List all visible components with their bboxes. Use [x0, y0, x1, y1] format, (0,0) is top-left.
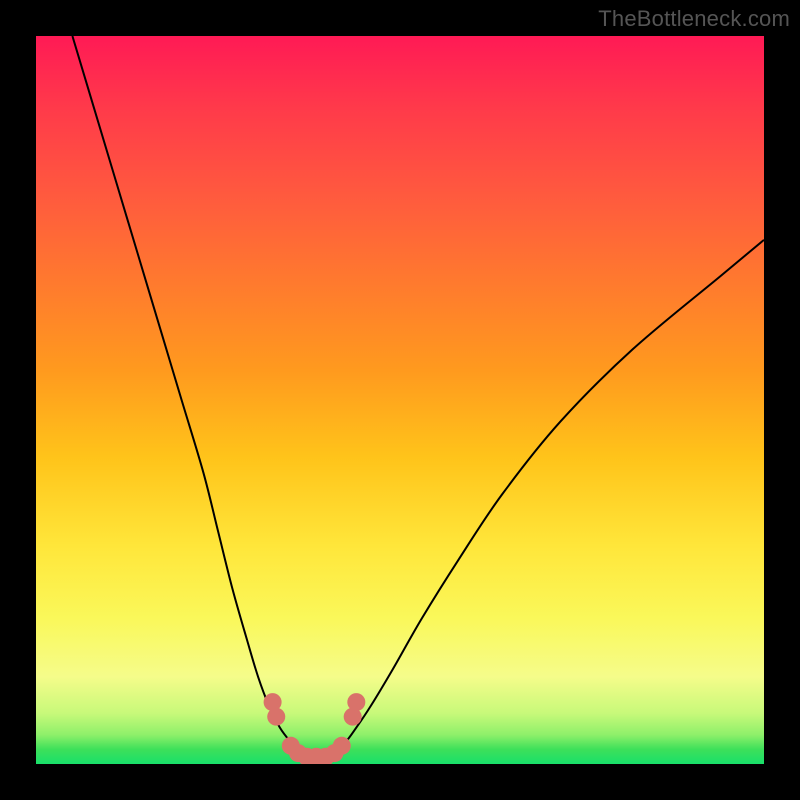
- chart-svg: [36, 36, 764, 764]
- curve-group: [72, 36, 764, 757]
- plot-area: [36, 36, 764, 764]
- marker-point: [333, 737, 351, 755]
- marker-group: [264, 693, 366, 764]
- series-right-curve: [334, 240, 764, 750]
- marker-point: [267, 708, 285, 726]
- series-left-curve: [72, 36, 298, 749]
- marker-point: [347, 693, 365, 711]
- watermark-text: TheBottleneck.com: [598, 6, 790, 32]
- frame: TheBottleneck.com: [0, 0, 800, 800]
